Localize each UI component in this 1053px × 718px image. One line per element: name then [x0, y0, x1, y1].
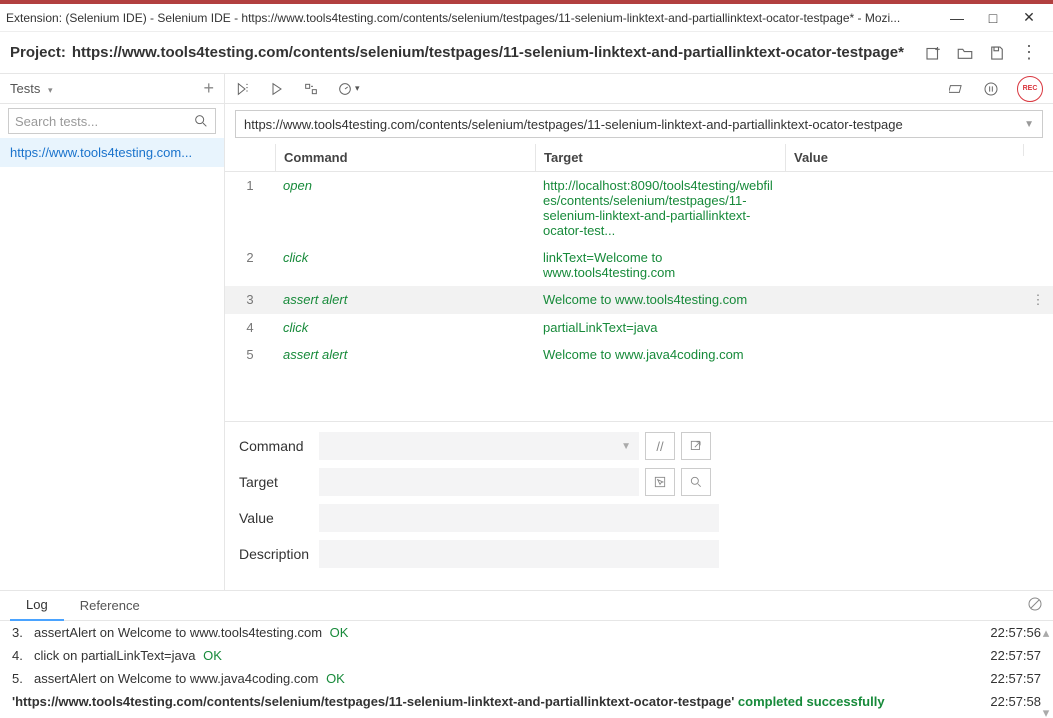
- editor-command-label: Command: [239, 438, 319, 454]
- row-number: 3: [225, 286, 275, 313]
- editor-target-label: Target: [239, 474, 319, 490]
- row-value: [785, 244, 1023, 256]
- editor-value-input[interactable]: [319, 504, 719, 532]
- run-all-button[interactable]: [235, 81, 251, 97]
- search-tests-input[interactable]: [8, 108, 216, 134]
- command-table-header: Command Target Value: [225, 144, 1053, 172]
- log-panel: Log Reference 3.assertAlert on Welcome t…: [0, 590, 1053, 717]
- base-url-input[interactable]: https://www.tools4testing.com/contents/s…: [235, 110, 1043, 138]
- log-body: 3.assertAlert on Welcome to www.tools4te…: [0, 621, 1053, 717]
- window-maximize-button[interactable]: □: [975, 10, 1011, 26]
- editor-find-target-button[interactable]: [681, 468, 711, 496]
- row-command: open: [275, 172, 535, 199]
- test-item[interactable]: https://www.tools4testing.com...: [0, 138, 224, 167]
- row-value: [785, 341, 1023, 353]
- log-line: 4.click on partialLinkText=java OK22:57:…: [0, 644, 1053, 667]
- row-menu-button: [1023, 244, 1053, 256]
- row-target: linkText=Welcome to www.tools4testing.co…: [535, 244, 785, 286]
- log-tabs: Log Reference: [0, 591, 1053, 621]
- project-bar: Project: https://www.tools4testing.com/c…: [0, 32, 1053, 74]
- editor-value-label: Value: [239, 510, 319, 526]
- row-number: 5: [225, 341, 275, 368]
- command-row[interactable]: 4clickpartialLinkText=java: [225, 314, 1053, 341]
- command-row[interactable]: 2clicklinkText=Welcome to www.tools4test…: [225, 244, 1053, 286]
- window-close-button[interactable]: ✕: [1011, 9, 1047, 26]
- row-menu-button[interactable]: ⋮: [1023, 286, 1053, 314]
- tests-sidebar: Tests ▾ + https://www.tools4testing.com.…: [0, 74, 225, 590]
- clear-log-button[interactable]: [1027, 596, 1043, 615]
- command-row[interactable]: 3assert alertWelcome to www.tools4testin…: [225, 286, 1053, 314]
- tab-log[interactable]: Log: [10, 591, 64, 621]
- command-editor: Command ▼ // Target Value Description: [225, 421, 1053, 590]
- row-value: [785, 172, 1023, 184]
- command-row[interactable]: 5assert alertWelcome to www.java4coding.…: [225, 341, 1053, 368]
- row-menu-button: [1023, 341, 1053, 353]
- editor-newwindow-button[interactable]: [681, 432, 711, 460]
- row-target: http://localhost:8090/tools4testing/webf…: [535, 172, 785, 244]
- project-label: Project:: [10, 44, 66, 61]
- pause-button[interactable]: [983, 81, 999, 97]
- chevron-down-icon: ▼: [1024, 119, 1034, 130]
- row-command: click: [275, 244, 535, 271]
- row-target: Welcome to www.tools4testing.com: [535, 286, 785, 313]
- new-project-button[interactable]: [923, 43, 943, 63]
- editor-disable-button[interactable]: //: [645, 432, 675, 460]
- row-number: 1: [225, 172, 275, 199]
- log-line: 5.assertAlert on Welcome to www.java4cod…: [0, 667, 1053, 690]
- row-command: click: [275, 314, 535, 341]
- speed-button[interactable]: ▾: [337, 81, 360, 97]
- log-completed-line: 'https://www.tools4testing.com/contents/…: [0, 690, 1053, 713]
- tests-dropdown[interactable]: Tests ▾: [10, 81, 53, 96]
- playback-toolbar: ▾ REC: [225, 74, 1053, 104]
- tab-reference[interactable]: Reference: [64, 591, 156, 621]
- row-command: assert alert: [275, 341, 535, 368]
- editor-command-input[interactable]: ▼: [319, 432, 639, 460]
- log-scroll-indicator[interactable]: ▴▾: [1041, 625, 1051, 717]
- row-menu-button: [1023, 172, 1053, 184]
- work-area: ▾ REC https://www.tools4testing.com/cont…: [225, 74, 1053, 590]
- row-menu-button: [1023, 314, 1053, 326]
- window-title: Extension: (Selenium IDE) - Selenium IDE…: [6, 11, 939, 25]
- window-titlebar: Extension: (Selenium IDE) - Selenium IDE…: [0, 4, 1053, 32]
- editor-select-target-button[interactable]: [645, 468, 675, 496]
- open-project-button[interactable]: [955, 43, 975, 63]
- row-value: [785, 314, 1023, 326]
- window-minimize-button[interactable]: —: [939, 10, 975, 26]
- project-name: https://www.tools4testing.com/contents/s…: [72, 44, 923, 61]
- record-button[interactable]: REC: [1017, 76, 1043, 102]
- editor-description-label: Description: [239, 546, 319, 562]
- more-menu-button[interactable]: ⋮: [1019, 43, 1039, 63]
- editor-target-input[interactable]: [319, 468, 639, 496]
- search-icon: [193, 113, 209, 129]
- add-test-button[interactable]: +: [203, 78, 214, 99]
- row-target: partialLinkText=java: [535, 314, 785, 341]
- save-project-button[interactable]: [987, 43, 1007, 63]
- chevron-down-icon: ▾: [48, 85, 53, 95]
- tests-header: Tests ▾ +: [0, 74, 224, 104]
- disable-breakpoints-button[interactable]: [949, 81, 965, 97]
- command-row[interactable]: 1openhttp://localhost:8090/tools4testing…: [225, 172, 1053, 244]
- run-current-button[interactable]: [269, 81, 285, 97]
- row-command: assert alert: [275, 286, 535, 313]
- row-number: 4: [225, 314, 275, 341]
- editor-description-input[interactable]: [319, 540, 719, 568]
- row-target: Welcome to www.java4coding.com: [535, 341, 785, 368]
- row-number: 2: [225, 244, 275, 271]
- log-line: 3.assertAlert on Welcome to www.tools4te…: [0, 621, 1053, 644]
- main-panel: Tests ▾ + https://www.tools4testing.com.…: [0, 74, 1053, 590]
- row-value: [785, 286, 1023, 298]
- command-table: Command Target Value 1openhttp://localho…: [225, 144, 1053, 421]
- step-button[interactable]: [303, 81, 319, 97]
